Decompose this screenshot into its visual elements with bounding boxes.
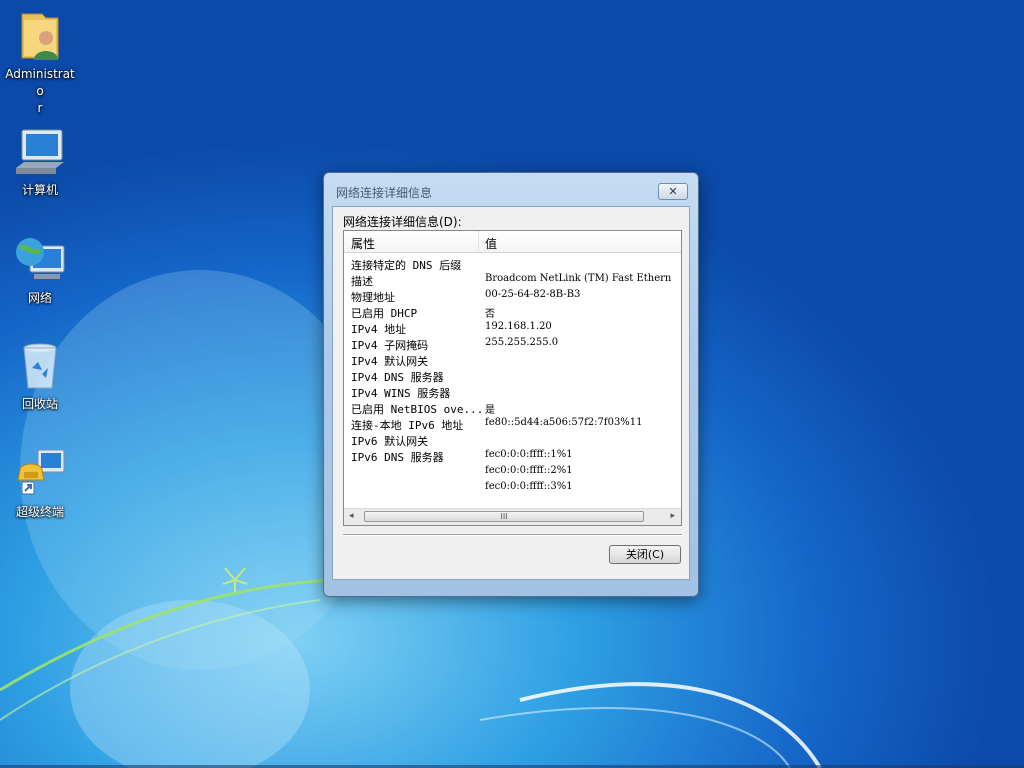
close-icon: ✕ — [668, 185, 678, 198]
row-value: 00-25-64-82-8B-B3 — [485, 289, 581, 300]
row-property: IPv4 地址 — [351, 323, 407, 336]
row-property: 已启用 DHCP — [351, 307, 418, 320]
desktop-icon-label: 网络 — [27, 291, 52, 305]
list-row[interactable]: IPv6 默认网关 — [344, 432, 681, 448]
row-value: fec0:0:0:ffff::3%1 — [485, 481, 573, 492]
desktop-icon-label: 超级终端 — [15, 505, 64, 519]
scrollbar-grip-icon: III — [500, 512, 508, 521]
dialog-title: 网络连接详细信息 — [336, 186, 433, 200]
horizontal-scrollbar[interactable]: ◂ III ▸ — [344, 508, 681, 525]
row-value: 否 — [485, 309, 495, 320]
row-property: 已启用 NetBIOS ove... — [351, 403, 484, 416]
row-property: IPv6 默认网关 — [351, 435, 429, 448]
network-globe-icon — [12, 232, 68, 288]
dialog-title-bar[interactable]: 网络连接详细信息 ✕ — [324, 173, 698, 207]
list-row[interactable]: IPv4 子网掩码 255.255.255.0 — [344, 336, 681, 352]
row-value: Broadcom NetLink (TM) Fast Ethern — [485, 273, 672, 284]
row-value: fe80::5d44:a506:57f2:7f03%11 — [485, 417, 643, 428]
list-rows: 连接特定的 DNS 后缀 描述 Broadcom NetLink (TM) Fa… — [344, 256, 681, 496]
list-row[interactable]: fec0:0:0:ffff::2%1 — [344, 464, 681, 480]
dialog-client-area: 网络连接详细信息(D): 属性 值 连接特定的 DNS 后缀 描述 Broadc… — [332, 206, 690, 580]
list-row[interactable]: 已启用 DHCP 否 — [344, 304, 681, 320]
row-value: fec0:0:0:ffff::1%1 — [485, 449, 573, 460]
list-row[interactable]: 已启用 NetBIOS ove... 是 — [344, 400, 681, 416]
user-folder-icon — [12, 8, 68, 64]
separator-line — [343, 534, 682, 536]
column-separator[interactable] — [478, 231, 479, 253]
row-property: 物理地址 — [351, 291, 395, 304]
list-row[interactable]: 物理地址 00-25-64-82-8B-B3 — [344, 288, 681, 304]
row-property: 连接特定的 DNS 后缀 — [351, 259, 462, 272]
scroll-left-arrow-icon[interactable]: ◂ — [349, 511, 354, 521]
list-row[interactable]: IPv4 地址 192.168.1.20 — [344, 320, 681, 336]
list-row[interactable]: IPv4 DNS 服务器 — [344, 368, 681, 384]
list-row[interactable]: IPv6 DNS 服务器 fec0:0:0:ffff::1%1 — [344, 448, 681, 464]
desktop-icon-administrator[interactable]: Administrato r — [2, 8, 78, 117]
row-property: 描述 — [351, 275, 373, 288]
row-property: IPv4 默认网关 — [351, 355, 429, 368]
list-row[interactable]: IPv4 WINS 服务器 — [344, 384, 681, 400]
row-property: IPv6 DNS 服务器 — [351, 451, 444, 464]
desktop-icon-hyperterminal[interactable]: 超级终端 — [2, 446, 78, 521]
list-row[interactable]: 连接特定的 DNS 后缀 — [344, 256, 681, 272]
row-property: IPv4 子网掩码 — [351, 339, 429, 352]
row-property: IPv4 WINS 服务器 — [351, 387, 451, 400]
list-row[interactable]: 描述 Broadcom NetLink (TM) Fast Ethern — [344, 272, 681, 288]
row-value: 是 — [485, 405, 495, 416]
desktop-icon-label: 计算机 — [21, 183, 58, 197]
details-section-label: 网络连接详细信息(D): — [343, 215, 462, 229]
row-property: IPv4 DNS 服务器 — [351, 371, 444, 384]
desktop-icon-computer[interactable]: 计算机 — [2, 124, 78, 199]
details-list[interactable]: 属性 值 连接特定的 DNS 后缀 描述 Broadcom NetLink (T… — [343, 230, 682, 526]
row-value: 255.255.255.0 — [485, 337, 559, 348]
list-header: 属性 值 — [344, 231, 681, 253]
scrollbar-thumb[interactable]: III — [364, 511, 644, 522]
close-button[interactable]: 关闭(C) — [609, 545, 681, 564]
list-row[interactable]: 连接-本地 IPv6 地址 fe80::5d44:a506:57f2:7f03%… — [344, 416, 681, 432]
network-connection-details-dialog: 网络连接详细信息 ✕ 网络连接详细信息(D): 属性 值 连接特定的 DNS 后… — [323, 172, 699, 597]
title-close-button[interactable]: ✕ — [658, 183, 688, 200]
desktop-icon-label: Administrato r — [5, 67, 75, 115]
scroll-right-arrow-icon[interactable]: ▸ — [670, 511, 675, 521]
column-header-value[interactable]: 值 — [485, 235, 497, 252]
column-header-property[interactable]: 属性 — [351, 235, 375, 252]
list-row[interactable]: IPv4 默认网关 — [344, 352, 681, 368]
desktop-icon-label: 回收站 — [21, 397, 58, 411]
computer-icon — [12, 124, 68, 180]
row-property: 连接-本地 IPv6 地址 — [351, 419, 464, 432]
recycle-bin-icon — [12, 338, 68, 394]
row-value: fec0:0:0:ffff::2%1 — [485, 465, 573, 476]
desktop-icon-recycle-bin[interactable]: 回收站 — [2, 338, 78, 413]
list-row[interactable]: fec0:0:0:ffff::3%1 — [344, 480, 681, 496]
row-value: 192.168.1.20 — [485, 321, 552, 332]
hyperterminal-phone-icon — [12, 446, 68, 502]
desktop-icon-network[interactable]: 网络 — [2, 232, 78, 307]
